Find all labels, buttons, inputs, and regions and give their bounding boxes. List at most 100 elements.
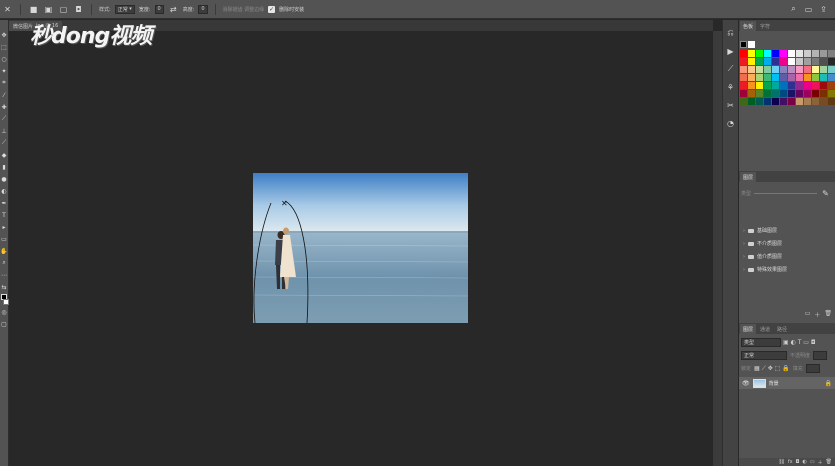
color-swatch[interactable] (828, 66, 835, 73)
crop-tool-icon[interactable]: ⌗ (1, 78, 8, 88)
color-swatch[interactable] (772, 66, 779, 73)
color-swatch[interactable] (756, 90, 763, 97)
color-swatch[interactable] (740, 98, 747, 105)
color-swatch[interactable] (828, 50, 835, 57)
eyedropper-icon[interactable]: ⁄ (1, 90, 8, 100)
color-swatch[interactable] (780, 58, 787, 65)
color-swatch[interactable] (780, 74, 787, 81)
color-swatch[interactable] (820, 82, 827, 89)
color-swatch[interactable] (796, 50, 803, 57)
blur-tool-icon[interactable]: ● (1, 174, 8, 184)
gradient-tool-icon[interactable]: ▮ (1, 162, 8, 172)
color-swatch[interactable] (780, 98, 787, 105)
color-swatch[interactable] (828, 74, 835, 81)
color-swatch[interactable] (828, 82, 835, 89)
color-swatch[interactable] (812, 50, 819, 57)
color-swatch[interactable] (780, 90, 787, 97)
blend-mode-select[interactable]: 正常 (741, 351, 787, 360)
lasso-tool-icon[interactable]: ○ (1, 54, 8, 64)
delete-layer-icon[interactable]: 🗑 (826, 459, 832, 465)
link-layers-icon[interactable]: ⛓ (778, 459, 784, 465)
styles-edit-icon[interactable]: ✎ (820, 188, 831, 199)
more-tools-icon[interactable]: ⋯ (1, 270, 8, 280)
tab-character[interactable]: 字符 (757, 21, 773, 31)
color-swatch[interactable] (788, 58, 795, 65)
tab-styles[interactable]: 图层 (740, 172, 757, 182)
color-swatch[interactable] (740, 82, 747, 89)
layer-filter-select[interactable]: 类型 (741, 338, 781, 347)
eye-icon[interactable]: 👁 (742, 380, 750, 387)
screen-mode-icon[interactable]: ▢ (1, 319, 8, 329)
color-swatch[interactable] (764, 82, 771, 89)
color-swatch[interactable] (820, 74, 827, 81)
color-swatch[interactable] (828, 98, 835, 105)
color-swatch[interactable] (756, 58, 763, 65)
mask-icon[interactable]: ◘ (796, 459, 800, 465)
intersect-selection-icon[interactable]: ◘ (73, 4, 84, 15)
stamp-tool-icon[interactable]: ⊥ (1, 126, 8, 136)
color-swatch[interactable] (740, 90, 747, 97)
color-swatch[interactable] (780, 82, 787, 89)
color-swatch[interactable] (764, 98, 771, 105)
swatch-white[interactable] (748, 41, 755, 48)
magic-wand-icon[interactable]: ✦ (1, 66, 8, 76)
tool-preset-icon[interactable]: ✕ (2, 4, 13, 15)
delete-icon[interactable]: 🗑 (824, 310, 832, 317)
tab-layers[interactable]: 图层 (740, 324, 757, 334)
color-swatch[interactable] (748, 50, 755, 57)
style-group-row[interactable]: › 值介质图层 (739, 250, 835, 263)
color-swatch[interactable] (764, 74, 771, 81)
color-swatch[interactable] (812, 74, 819, 81)
color-swatch[interactable] (796, 74, 803, 81)
background-color-swatch[interactable] (2, 299, 9, 305)
switch-colors-icon[interactable]: ⇆ (1, 282, 8, 292)
new-selection-icon[interactable]: ■ (28, 4, 39, 15)
color-swatch[interactable] (788, 74, 795, 81)
color-swatch[interactable] (804, 74, 811, 81)
layer-row-background[interactable]: 👁 背景 🔒 (739, 377, 835, 389)
color-swatch[interactable] (812, 82, 819, 89)
styles-slider[interactable] (754, 192, 817, 194)
color-swatch[interactable] (748, 66, 755, 73)
path-select-icon[interactable]: ▸ (1, 222, 8, 232)
color-swatch[interactable] (828, 90, 835, 97)
color-swatch[interactable] (772, 50, 779, 57)
style-group-row[interactable]: › 基础图层 (739, 224, 835, 237)
hand-tool-icon[interactable]: ✋ (0, 246, 7, 256)
color-swatch[interactable] (748, 82, 755, 89)
color-swatch[interactable] (804, 90, 811, 97)
color-swatch[interactable] (748, 74, 755, 81)
color-swatch[interactable] (812, 66, 819, 73)
color-swatch[interactable] (796, 98, 803, 105)
search-icon[interactable]: ⌕ (788, 4, 799, 15)
color-swatch[interactable] (796, 82, 803, 89)
new-style-icon[interactable]: ＋ (814, 310, 820, 319)
color-swatch[interactable] (796, 66, 803, 73)
color-swatch[interactable] (740, 66, 747, 73)
color-swatch[interactable] (772, 82, 779, 89)
move-tool-icon[interactable]: ✥ (1, 30, 8, 40)
color-swatch[interactable] (748, 58, 755, 65)
vertical-scrollbar[interactable] (713, 31, 722, 466)
style-group-row[interactable]: › 特殊效果图层 (739, 263, 835, 276)
color-swatch[interactable] (820, 90, 827, 97)
color-swatch[interactable] (756, 98, 763, 105)
history-panel-icon[interactable]: ⎌ (726, 28, 736, 38)
color-swatch[interactable] (788, 90, 795, 97)
opacity-input[interactable] (813, 351, 828, 360)
color-swatch[interactable] (812, 58, 819, 65)
color-swatch[interactable] (764, 58, 771, 65)
clone-source-icon[interactable]: ⚘ (726, 82, 736, 92)
color-swatch[interactable] (748, 90, 755, 97)
color-swatch[interactable] (772, 90, 779, 97)
new-group-icon[interactable]: ▭ (810, 459, 815, 465)
share-icon[interactable]: ⇪ (818, 4, 829, 15)
swap-icon[interactable]: ⇄ (168, 4, 179, 15)
adjustment-icon[interactable]: ◐ (803, 459, 807, 465)
lock-icons[interactable]: ▦ ⟋ ✥ ⬚ 🔒 (754, 365, 790, 373)
color-swatch[interactable] (772, 98, 779, 105)
style-group-row[interactable]: › 不介质图层 (739, 237, 835, 250)
color-swatch[interactable] (740, 74, 747, 81)
color-swatch[interactable] (804, 82, 811, 89)
color-swatch[interactable] (788, 98, 795, 105)
